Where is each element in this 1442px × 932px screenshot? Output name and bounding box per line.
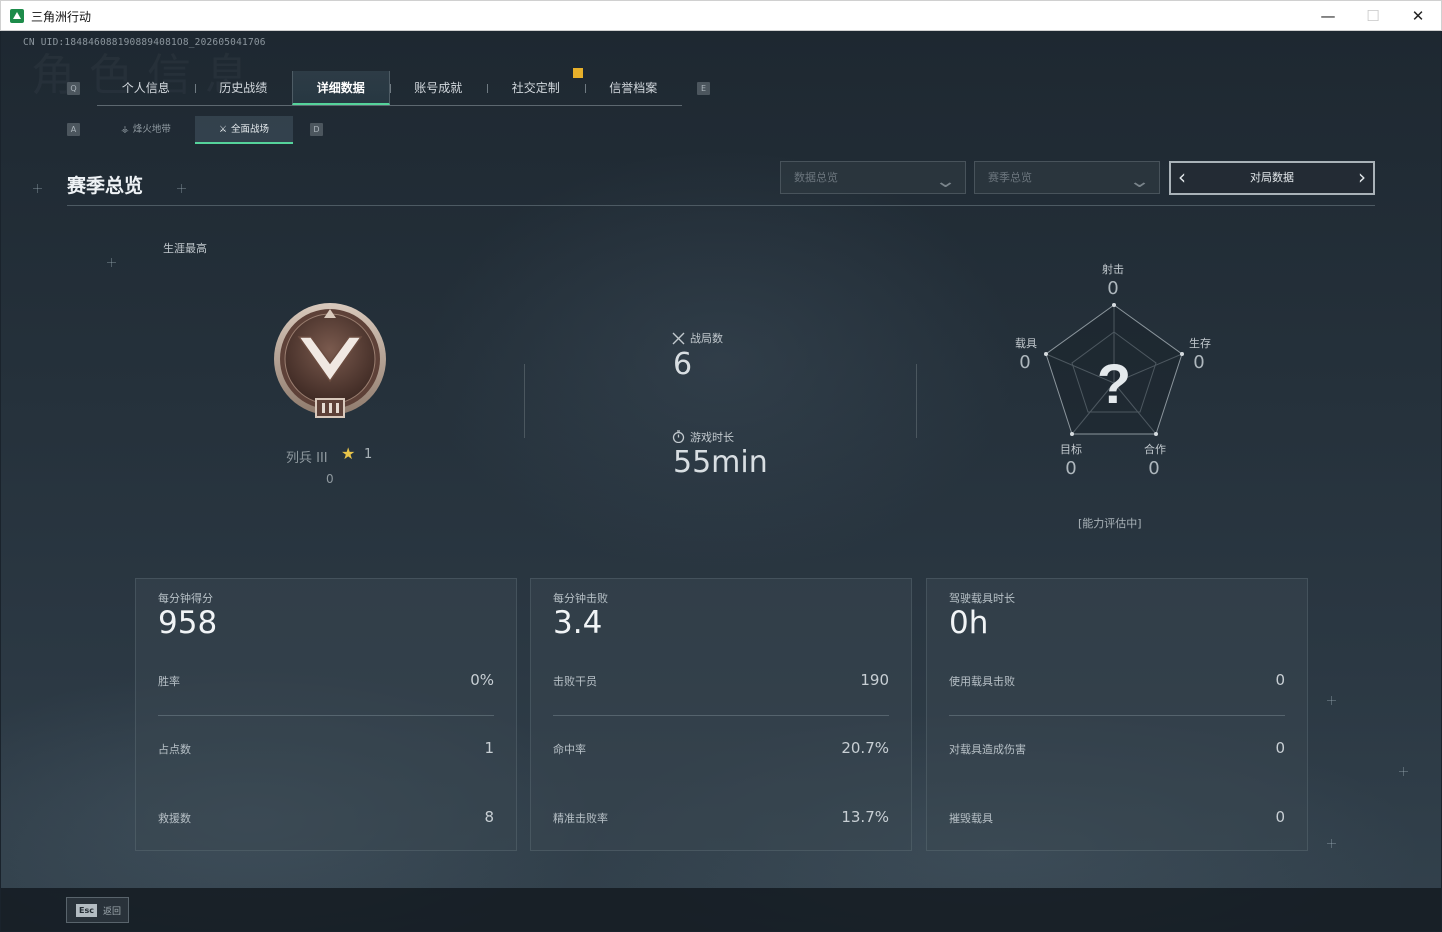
playtime-value: 55min <box>673 445 768 480</box>
crosshair-decor-icon <box>1327 839 1336 848</box>
crosshair-decor-icon <box>33 184 42 193</box>
star-icon: ★ <box>341 444 356 463</box>
card-value: 0h <box>949 605 989 641</box>
rank-name: 列兵 III <box>286 451 328 466</box>
subnav-next-key[interactable]: D <box>310 123 323 136</box>
header-divider <box>67 205 1375 206</box>
radar-point-vehicle <box>1044 352 1048 356</box>
radar-label-shooting: 射击 <box>1102 263 1124 276</box>
stat-card-kills: 每分钟击败 3.4 击败干员 190 命中率 20.7% 精准击败率 13.7% <box>530 578 912 851</box>
radar-point-survival <box>1180 352 1184 356</box>
notification-badge <box>573 68 583 78</box>
maximize-button[interactable]: ☐ <box>1350 1 1396 31</box>
card-value: 3.4 <box>553 605 603 641</box>
rank-points: 0 <box>326 472 334 486</box>
window-title: 三角洲行动 <box>31 10 92 24</box>
app-logo-icon <box>10 9 24 23</box>
crosshair-decor-icon <box>107 258 116 267</box>
tab-personal-info[interactable]: 个人信息 <box>97 71 195 105</box>
rank-star-count: 1 <box>364 447 373 462</box>
radar-value-survival: 0 <box>1193 352 1205 373</box>
radar-value-objective: 0 <box>1065 458 1077 479</box>
chevron-down-icon: ⌄ <box>1128 171 1151 192</box>
page-title: 赛季总览 <box>67 175 144 197</box>
career-best-label: 生涯最高 <box>163 242 207 255</box>
zone-icon: ⚶ <box>121 125 129 135</box>
window-titlebar: 三角洲行动 — ☐ ✕ <box>0 0 1442 31</box>
card-row: 精准击败率 13.7% <box>553 808 889 826</box>
radar-label-cooperation: 合作 <box>1144 443 1166 456</box>
card-row: 摧毁载具 0 <box>949 808 1285 826</box>
matches-value: 6 <box>673 347 693 382</box>
stat-card-vehicle: 驾驶载具时长 0h 使用载具击败 0 对载具造成伤害 0 摧毁载具 0 <box>926 578 1308 851</box>
ability-evaluation-status: [能力评估中] <box>1078 517 1142 530</box>
card-title: 每分钟得分 <box>158 592 213 605</box>
ability-radar: ? <box>1044 303 1184 436</box>
radar-point-objective <box>1070 432 1074 436</box>
tab-credit-record[interactable]: 信誉档案 <box>584 71 683 105</box>
card-row: 击败干员 190 <box>553 671 889 689</box>
radar-label-survival: 生存 <box>1189 337 1211 350</box>
tab-full-battlefield[interactable]: ⚔ 全面战场 <box>195 116 293 144</box>
tab-operations-zone[interactable]: ⚶ 烽火地带 <box>97 116 195 144</box>
radar-label-vehicle: 载具 <box>1015 337 1037 350</box>
radar-point-cooperation <box>1154 432 1158 436</box>
card-row: 胜率 0% <box>158 671 494 689</box>
radar-value-shooting: 0 <box>1107 278 1119 299</box>
tab-achievements[interactable]: 账号成就 <box>389 71 488 105</box>
nav-prev-key[interactable]: Q <box>67 82 80 95</box>
card-row: 命中率 20.7% <box>553 739 889 757</box>
chevron-left-icon[interactable]: ‹ <box>1178 162 1186 192</box>
tab-match-history[interactable]: 历史战绩 <box>194 71 293 105</box>
crossed-swords-icon <box>672 332 685 345</box>
radar-value-cooperation: 0 <box>1148 458 1160 479</box>
card-divider <box>553 715 889 716</box>
tab-social-custom[interactable]: 社交定制 <box>487 71 585 105</box>
battlefield-icon: ⚔ <box>218 125 228 135</box>
subnav-prev-key[interactable]: A <box>67 123 80 136</box>
card-divider <box>949 715 1285 716</box>
crosshair-decor-icon <box>177 184 186 193</box>
season-overview-dropdown[interactable]: 赛季总览 ⌄ <box>974 161 1160 194</box>
matches-label: 战局数 <box>690 332 723 345</box>
radar-value-vehicle: 0 <box>1019 352 1031 373</box>
rank-badge-icon <box>274 303 386 418</box>
card-divider <box>158 715 494 716</box>
stat-card-score: 每分钟得分 958 胜率 0% 占点数 1 救援数 8 <box>135 578 517 851</box>
match-data-switcher[interactable]: ‹ 对局数据 › <box>1169 161 1375 195</box>
chevron-down-icon: ⌄ <box>934 171 957 192</box>
card-row: 使用载具击败 0 <box>949 671 1285 689</box>
card-row: 救援数 8 <box>158 808 494 826</box>
sub-tabs: ⚶ 烽火地带 ⚔ 全面战场 <box>97 116 293 144</box>
crosshair-decor-icon <box>1327 696 1336 705</box>
bottom-bar: Esc 返回 <box>1 888 1441 931</box>
chevron-right-icon[interactable]: › <box>1358 162 1366 192</box>
crosshair-decor-icon <box>1399 767 1408 776</box>
esc-key: Esc <box>76 904 97 917</box>
card-row: 对载具造成伤害 0 <box>949 739 1285 757</box>
radar-point-shooting <box>1112 303 1116 307</box>
section-divider <box>524 364 525 438</box>
game-screen: 角色信息 CN UID:1848460881908894081O8_202605… <box>1 31 1441 931</box>
close-button[interactable]: ✕ <box>1395 1 1441 31</box>
tab-detailed-data[interactable]: 详细数据 <box>292 71 390 105</box>
back-label: 返回 <box>103 907 122 917</box>
back-button[interactable]: Esc 返回 <box>66 897 129 923</box>
radar-label-objective: 目标 <box>1060 443 1082 456</box>
card-value: 958 <box>158 605 218 641</box>
player-uid: CN UID:1848460881908894081O8_20260504170… <box>23 37 266 48</box>
section-divider <box>916 364 917 438</box>
minimize-button[interactable]: — <box>1305 1 1351 31</box>
nav-next-key[interactable]: E <box>697 82 710 95</box>
data-overview-dropdown[interactable]: 数据总览 ⌄ <box>780 161 966 194</box>
card-row: 占点数 1 <box>158 739 494 757</box>
card-title: 每分钟击败 <box>553 592 608 605</box>
radar-unknown-mark: ? <box>1097 352 1131 415</box>
playtime-label: 游戏时长 <box>690 431 734 444</box>
main-tabs: 个人信息 历史战绩 详细数据 账号成就 社交定制 信誉档案 <box>97 71 682 106</box>
card-title: 驾驶载具时长 <box>949 592 1015 605</box>
stopwatch-icon <box>672 430 685 443</box>
